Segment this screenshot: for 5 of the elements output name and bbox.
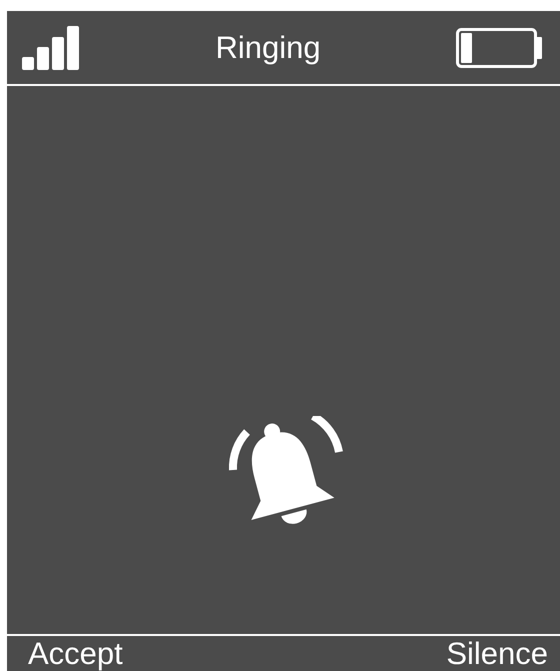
battery-icon <box>456 28 543 68</box>
signal-icon <box>22 26 80 70</box>
softkey[interactable]: Silence <box>446 638 548 669</box>
softkey[interactable]: Accept <box>28 638 123 669</box>
screen-title: Ringing <box>215 32 321 63</box>
